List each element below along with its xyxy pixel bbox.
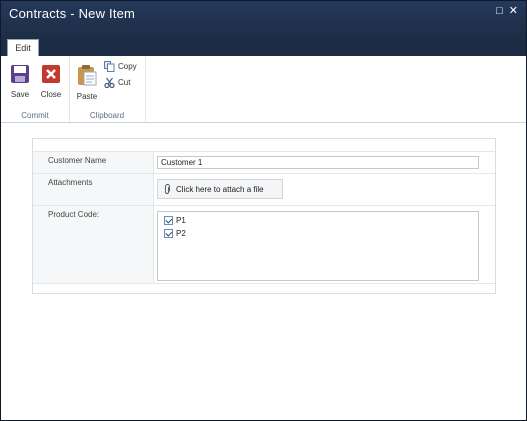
attach-file-button[interactable]: Click here to attach a file xyxy=(157,179,283,199)
form-row-attachments: Attachments Click here to attach a file xyxy=(33,173,495,205)
copy-icon xyxy=(104,61,115,72)
save-label: Save xyxy=(10,90,30,99)
product-code-checklist: P1 P2 xyxy=(157,211,479,281)
clipboard-group-label: Clipboard xyxy=(89,111,125,120)
label-cell: Customer Name xyxy=(33,152,154,173)
paste-icon xyxy=(78,65,97,86)
window-title: Contracts - New Item xyxy=(9,6,136,21)
cut-button[interactable]: Cut xyxy=(104,77,130,88)
commit-group-label: Commit xyxy=(21,111,49,120)
product-option-p2[interactable]: P2 xyxy=(164,229,186,238)
field-cell: Click here to attach a file xyxy=(154,174,495,205)
ribbon-group-clipboard: Paste Copy Cut Clipboard xyxy=(69,56,146,122)
window-controls: □ ✕ xyxy=(496,6,518,17)
cut-label: Cut xyxy=(118,78,131,87)
checkbox-p1[interactable] xyxy=(164,216,173,225)
close-icon[interactable]: ✕ xyxy=(509,6,518,17)
paste-label: Paste xyxy=(76,92,98,101)
dialog-window: Contracts - New Item □ ✕ Edit Save Close… xyxy=(0,0,527,421)
option-label-p1: P1 xyxy=(176,216,186,225)
restore-icon[interactable]: □ xyxy=(496,6,503,17)
paste-button[interactable]: Paste xyxy=(74,64,100,101)
field-cell: P1 P2 xyxy=(154,206,495,283)
form-row-product-code: Product Code: P1 P2 xyxy=(33,205,495,284)
ribbon-group-commit: Save Close Commit xyxy=(1,56,70,122)
label-cell: Attachments xyxy=(33,174,154,205)
tab-edit[interactable]: Edit xyxy=(7,39,39,57)
option-label-p2: P2 xyxy=(176,229,186,238)
ribbon: Save Close Commit Paste Copy Cut Clipboa… xyxy=(1,56,526,123)
tab-edit-label: Edit xyxy=(15,43,31,53)
copy-button[interactable]: Copy xyxy=(104,61,137,72)
checkbox-p2[interactable] xyxy=(164,229,173,238)
cut-icon xyxy=(104,77,115,88)
attach-file-label: Click here to attach a file xyxy=(176,184,264,194)
field-cell xyxy=(154,152,495,173)
close-button[interactable]: Close xyxy=(38,64,64,99)
attachments-label: Attachments xyxy=(48,178,93,187)
title-bar: Contracts - New Item □ ✕ xyxy=(1,1,526,41)
customer-name-label: Customer Name xyxy=(48,156,107,165)
label-cell: Product Code: xyxy=(33,206,154,283)
paperclip-icon xyxy=(165,183,170,194)
close-icon xyxy=(42,65,60,83)
save-button[interactable]: Save xyxy=(7,64,33,99)
form-row-customer-name: Customer Name xyxy=(33,151,495,173)
close-label: Close xyxy=(40,90,62,99)
product-option-p1[interactable]: P1 xyxy=(164,216,186,225)
save-icon xyxy=(11,65,29,83)
copy-label: Copy xyxy=(118,62,137,71)
product-code-label: Product Code: xyxy=(48,210,100,219)
customer-name-input[interactable] xyxy=(157,156,479,169)
new-item-form: Customer Name Attachments Click here to … xyxy=(32,138,496,294)
content-area: Customer Name Attachments Click here to … xyxy=(1,123,526,420)
